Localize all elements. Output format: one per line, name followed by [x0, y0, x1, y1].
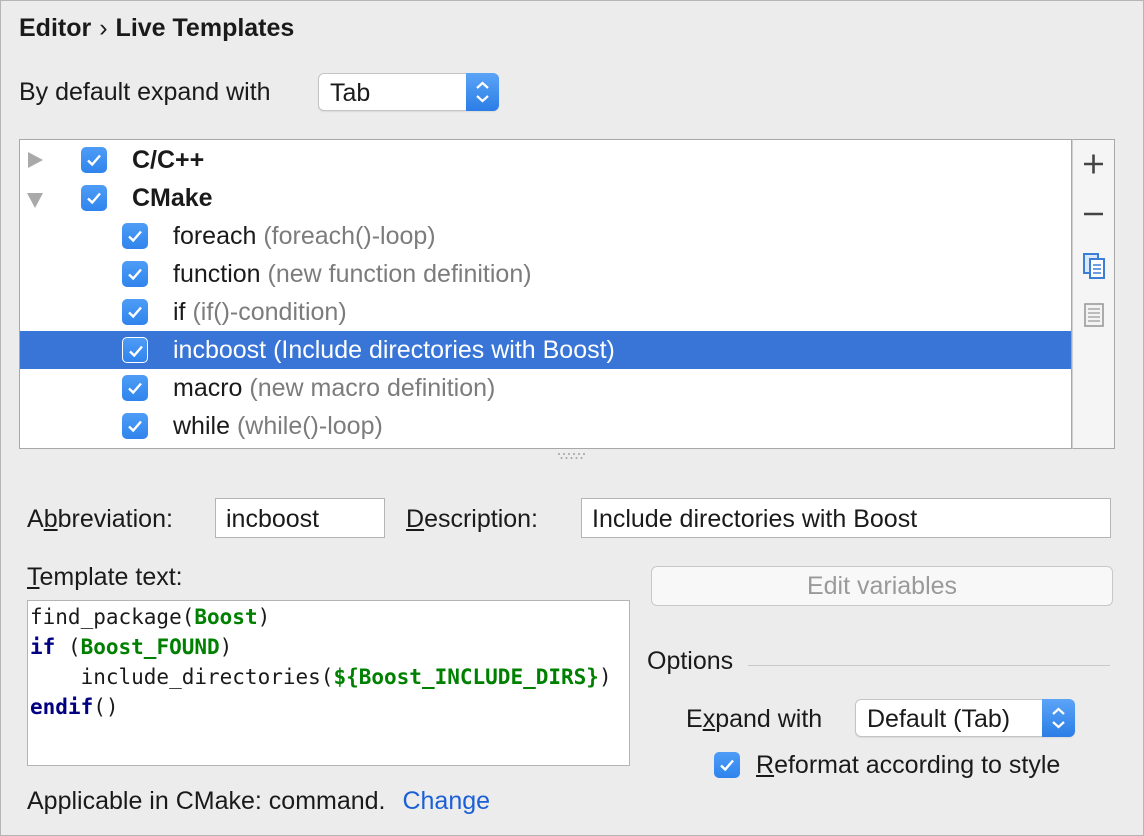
template-item-foreach[interactable]: foreach (foreach()-loop) — [20, 217, 1071, 255]
template-text-editor[interactable]: find_package(Boost) if (Boost_FOUND) inc… — [27, 600, 630, 766]
reformat-checkbox[interactable] — [714, 752, 740, 778]
template-checkbox[interactable] — [122, 223, 148, 249]
tree-group-cmake[interactable]: CMake — [20, 179, 1071, 217]
description-label: Description: — [406, 505, 539, 533]
expand-with-label: Expand with — [686, 705, 823, 733]
expand-with-select[interactable]: Default (Tab) — [855, 699, 1075, 737]
template-desc: (while()-loop) — [236, 412, 383, 440]
template-abbr: foreach — [173, 222, 257, 250]
description-input[interactable]: Include directories with Boost — [581, 498, 1111, 538]
group-checkbox[interactable] — [81, 185, 107, 211]
document-icon — [1084, 303, 1104, 327]
breadcrumb-current: Live Templates — [115, 14, 295, 42]
code-line: endif() — [30, 695, 119, 719]
template-checkbox[interactable] — [122, 261, 148, 287]
restore-defaults-button[interactable] — [1073, 294, 1114, 334]
expand-arrow-right-icon[interactable] — [28, 152, 43, 168]
template-item-if[interactable]: if (if()-condition) — [20, 293, 1071, 331]
expand-with-value: Default (Tab) — [867, 705, 1011, 733]
template-abbr: function — [173, 260, 261, 288]
default-expand-select[interactable]: Tab — [318, 73, 499, 111]
updown-chevron-icon — [1042, 699, 1075, 737]
description-value: Include directories with Boost — [592, 505, 918, 533]
default-expand-label: By default expand with — [19, 78, 271, 106]
plus-icon — [1084, 154, 1103, 174]
abbreviation-label: Abbreviation: — [27, 505, 173, 533]
splitter-grip-icon[interactable] — [556, 452, 586, 460]
code-line: find_package(Boost) — [30, 605, 271, 629]
template-desc: (if()-condition) — [192, 298, 347, 326]
copy-icon — [1083, 253, 1105, 279]
template-abbr: if — [173, 298, 186, 326]
updown-chevron-icon — [466, 73, 499, 111]
change-context-link[interactable]: Change — [402, 787, 490, 815]
template-abbr: incboost — [173, 336, 267, 364]
abbreviation-value: incboost — [226, 505, 320, 533]
remove-template-button[interactable] — [1073, 194, 1114, 234]
reformat-label[interactable]: Reformat according to style — [756, 751, 1060, 780]
tree-group-cpp[interactable]: C/C++ — [20, 141, 1071, 179]
tree-toolbar — [1072, 139, 1115, 449]
edit-variables-button[interactable]: Edit variables — [651, 566, 1113, 606]
template-desc: (Include directories with Boost) — [273, 336, 615, 364]
applicable-context: Applicable in CMake: command. Change — [27, 787, 490, 816]
template-checkbox[interactable] — [122, 413, 148, 439]
template-tree[interactable]: C/C++ CMake foreach (foreach()-loop) fun… — [19, 139, 1072, 449]
minus-icon — [1084, 212, 1103, 216]
template-item-while[interactable]: while (while()-loop) — [20, 407, 1071, 445]
default-expand-value: Tab — [330, 79, 371, 107]
template-checkbox[interactable] — [122, 375, 148, 401]
options-title: Options — [647, 647, 734, 675]
breadcrumb-separator: › — [99, 14, 108, 42]
options-divider — [748, 665, 1110, 666]
group-name: C/C++ — [132, 146, 205, 174]
template-item-function[interactable]: function (new function definition) — [20, 255, 1071, 293]
template-checkbox[interactable] — [122, 299, 148, 325]
template-checkbox[interactable] — [122, 337, 148, 363]
template-item-incboost[interactable]: incboost (Include directories with Boost… — [20, 331, 1071, 369]
template-item-macro[interactable]: macro (new macro definition) — [20, 369, 1071, 407]
template-desc: (new macro definition) — [249, 374, 496, 402]
template-text-label: Template text: — [27, 563, 183, 591]
template-abbr: while — [173, 412, 230, 440]
applicable-text: Applicable in CMake: command. — [27, 787, 386, 815]
code-line: include_directories(${Boost_INCLUDE_DIRS… — [30, 665, 612, 689]
add-template-button[interactable] — [1073, 144, 1114, 184]
group-checkbox[interactable] — [81, 147, 107, 173]
expand-arrow-down-icon[interactable] — [27, 193, 43, 208]
breadcrumb: Editor › Live Templates — [19, 14, 294, 43]
abbreviation-input[interactable]: incboost — [215, 498, 385, 538]
template-abbr: macro — [173, 374, 243, 402]
group-name: CMake — [132, 184, 213, 212]
code-line: if (Boost_FOUND) — [30, 635, 233, 659]
breadcrumb-parent: Editor — [19, 14, 92, 42]
template-desc: (new function definition) — [267, 260, 532, 288]
copy-template-button[interactable] — [1073, 246, 1114, 286]
template-desc: (foreach()-loop) — [263, 222, 436, 250]
